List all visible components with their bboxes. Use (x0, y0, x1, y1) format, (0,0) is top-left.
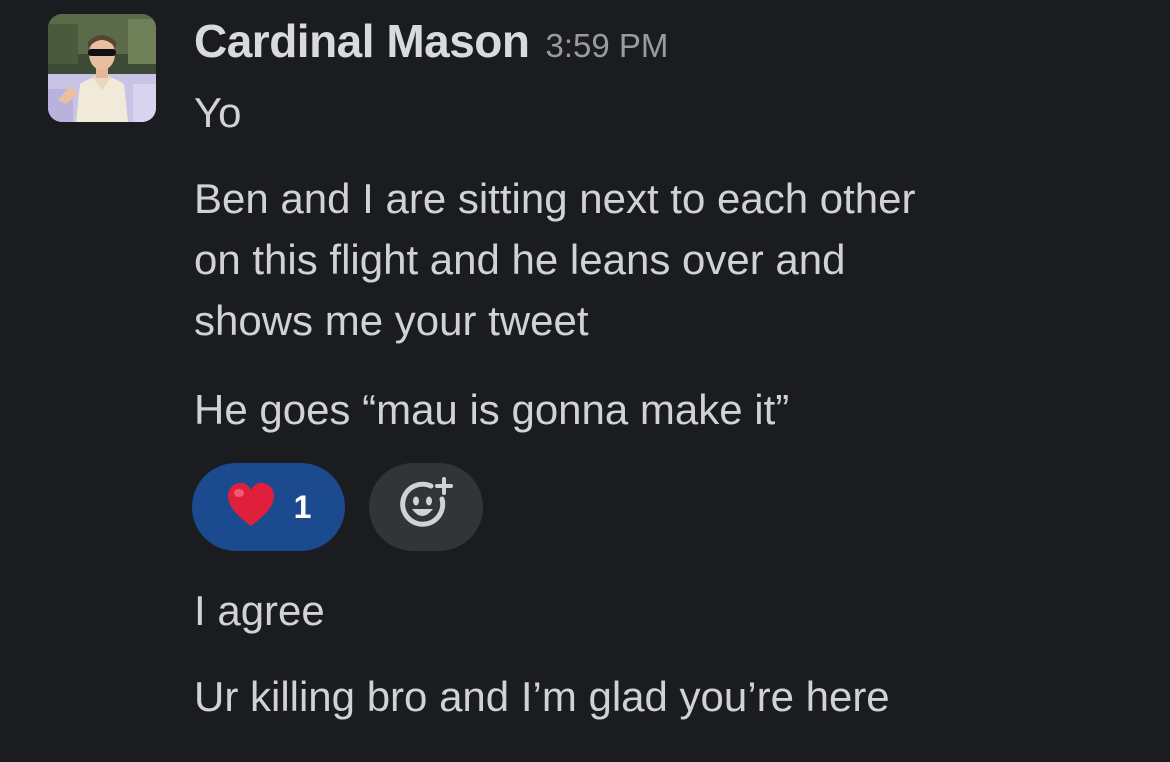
message-line: He goes “mau is gonna make it” (194, 386, 790, 433)
message-line: I agree (194, 587, 325, 634)
message-header: Cardinal Mason 3:59 PM (194, 14, 668, 74)
message-line: on this flight and he leans over and (194, 236, 846, 283)
avatar[interactable] (48, 14, 156, 122)
author-name[interactable]: Cardinal Mason (194, 14, 530, 68)
message-line: Yo (194, 89, 242, 136)
message-timestamp[interactable]: 3:59 PM (546, 27, 669, 65)
reaction-count: 1 (293, 488, 312, 525)
heart-emoji-icon (226, 482, 276, 533)
reaction-bar: 1 (192, 463, 483, 551)
message-line: Ben and I are sitting next to each other (194, 175, 916, 222)
add-reaction-button[interactable] (369, 463, 483, 551)
add-reaction-icon (398, 476, 454, 538)
avatar-photo (48, 14, 156, 122)
message-line: shows me your tweet (194, 297, 589, 344)
message-line: Ur killing bro and I’m glad you’re here (194, 673, 890, 720)
reaction-heart-button[interactable]: 1 (192, 463, 345, 551)
chat-message: Cardinal Mason 3:59 PM Yo Ben and I are … (0, 0, 1170, 762)
